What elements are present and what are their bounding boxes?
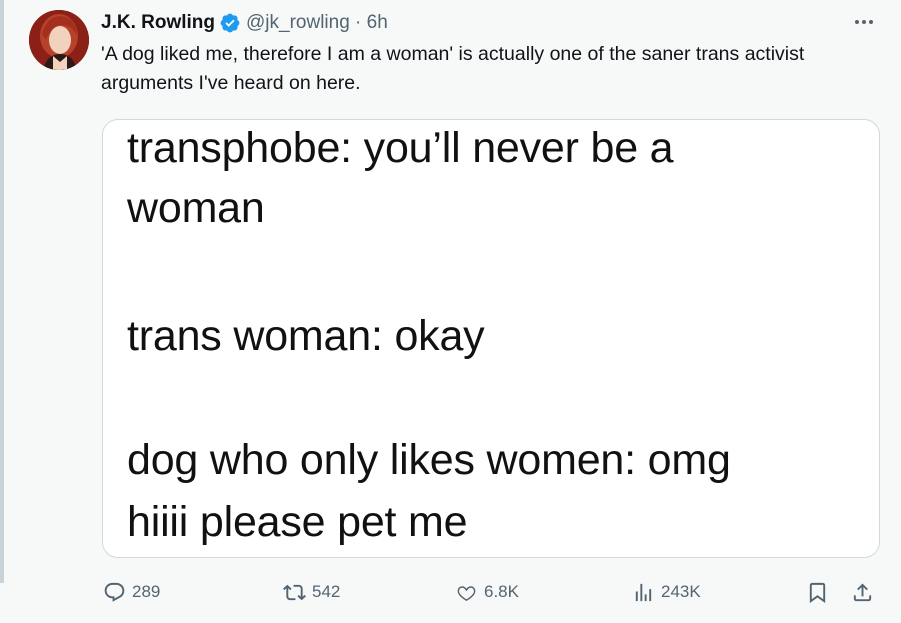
timeline-divider	[0, 0, 4, 583]
tweet-text: 'A dog liked me, therefore I am a woman'…	[101, 43, 805, 94]
repost-count: 542	[312, 582, 341, 601]
views-button[interactable]: 243K	[632, 570, 701, 614]
share-button[interactable]	[851, 570, 874, 614]
tweet-action-bar: 289 542 6.8K 243K	[0, 570, 901, 614]
like-count: 6.8K	[484, 582, 519, 601]
tweet-header: J.K. Rowling @jk_rowling · 6h	[101, 10, 388, 36]
repost-icon	[283, 584, 306, 600]
author-handle-and-time[interactable]: @jk_rowling · 6h	[246, 12, 388, 34]
more-icon[interactable]	[851, 12, 877, 32]
author-avatar[interactable]	[29, 10, 89, 70]
repost-button[interactable]: 542	[283, 570, 340, 614]
views-count: 243K	[661, 582, 701, 601]
reply-count: 289	[132, 582, 161, 601]
reply-button[interactable]: 289	[103, 570, 160, 614]
share-icon	[853, 582, 872, 601]
avatar-image	[29, 10, 89, 70]
verified-badge-icon[interactable]	[219, 12, 241, 34]
media-text-line: trans woman: okay	[127, 312, 485, 360]
bookmark-icon	[809, 582, 826, 603]
bookmark-button[interactable]	[806, 570, 829, 614]
media-text-line: woman	[127, 184, 265, 232]
tweet-media-image[interactable]: transphobe: you’ll never be a woman tran…	[102, 119, 880, 558]
views-icon	[635, 583, 652, 601]
heart-icon	[457, 585, 476, 601]
media-text-line: hiiii please pet me	[127, 498, 468, 546]
reply-icon	[104, 582, 125, 602]
media-text-line: dog who only likes women: omg	[127, 436, 731, 484]
like-button[interactable]: 6.8K	[455, 570, 519, 614]
author-name[interactable]: J.K. Rowling	[101, 12, 215, 34]
media-text-line: transphobe: you’ll never be a	[127, 124, 674, 172]
